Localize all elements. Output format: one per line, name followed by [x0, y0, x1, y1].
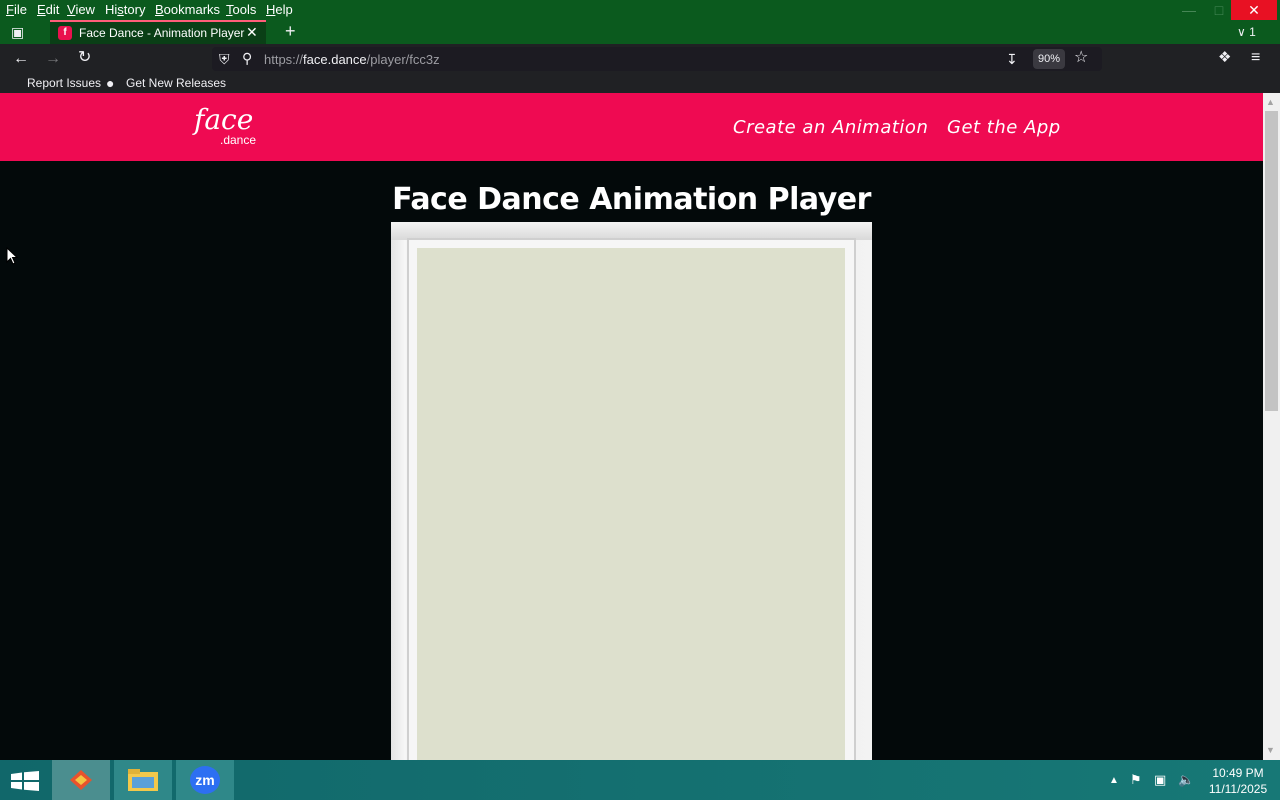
zoom-app-icon: zm: [190, 766, 220, 794]
zoom-level-button[interactable]: 90%: [1033, 49, 1065, 69]
menu-history[interactable]: History: [105, 2, 145, 17]
windows-start-icon[interactable]: [11, 771, 39, 791]
forward-icon[interactable]: →: [45, 51, 61, 67]
face-dance-logo[interactable]: face .dance: [194, 103, 258, 149]
github-icon: ●: [106, 75, 115, 91]
bookmark-get-new-releases[interactable]: Get New Releases: [126, 76, 226, 90]
action-center-flag-icon[interactable]: ⚑: [1130, 772, 1142, 788]
tab-count: 1: [1249, 25, 1256, 39]
tab-title: Face Dance - Animation Player: [79, 26, 245, 40]
animation-canvas[interactable]: [417, 248, 845, 762]
back-icon[interactable]: ←: [13, 51, 29, 67]
animation-player-frame: [391, 222, 872, 762]
clock-time: 10:49 PM: [1212, 766, 1264, 780]
menu-view[interactable]: View: [67, 2, 95, 17]
taskbar: zm ▲ ⚑ ▣ 🔈 10:49 PM 11/11/2025: [0, 760, 1280, 800]
menu-bar: File Edit View History Bookmarks Tools H…: [0, 0, 1280, 20]
bookmark-star-icon[interactable]: ☆: [1074, 50, 1088, 66]
page-title: Face Dance Animation Player: [392, 182, 871, 217]
volume-icon[interactable]: 🔈: [1178, 772, 1194, 788]
url-bar[interactable]: ⛨ ⚲ https://face.dance/player/fcc3z ↧ ☆: [212, 47, 1102, 71]
clock-date: 11/11/2025: [1208, 782, 1268, 796]
tab-close-icon[interactable]: ✕: [246, 24, 258, 41]
menu-tools[interactable]: Tools: [226, 2, 256, 17]
reload-icon[interactable]: ↻: [78, 50, 91, 66]
app-menu-icon[interactable]: ≡: [1251, 50, 1260, 66]
list-all-tabs-icon[interactable]: ∨ 1: [1237, 24, 1256, 40]
tab-face-dance[interactable]: f Face Dance - Animation Player ✕: [50, 20, 266, 44]
site-header: face .dance Create an Animation Get the …: [0, 93, 1263, 161]
folder-icon: [128, 769, 158, 791]
bookmark-report-issues[interactable]: Report Issues: [27, 76, 101, 90]
shield-icon[interactable]: ⛨: [219, 51, 230, 67]
close-window-icon[interactable]: ✕: [1231, 0, 1277, 20]
menu-help[interactable]: Help: [266, 2, 293, 17]
taskbar-zoom-button[interactable]: zm: [176, 760, 234, 800]
page-scrollbar[interactable]: ▲ ▼: [1263, 93, 1280, 760]
firefox-view-icon[interactable]: ▣: [11, 24, 24, 40]
taskbar-file-explorer-button[interactable]: [114, 760, 172, 800]
face-dance-favicon-icon: f: [58, 26, 72, 40]
url-text[interactable]: https://face.dance/player/fcc3z: [264, 52, 440, 67]
menu-bookmarks[interactable]: Bookmarks: [155, 2, 220, 17]
menu-edit[interactable]: Edit: [37, 2, 59, 17]
nav-get-app[interactable]: Get the App: [947, 117, 1061, 138]
scroll-down-icon[interactable]: ▼: [1266, 745, 1275, 755]
menu-file[interactable]: File: [6, 2, 27, 17]
lock-icon[interactable]: ⚲: [242, 50, 252, 66]
network-icon[interactable]: ▣: [1154, 772, 1166, 788]
nav-create-animation[interactable]: Create an Animation: [733, 117, 928, 138]
system-clock[interactable]: 10:49 PM 11/11/2025: [1206, 765, 1270, 797]
scroll-thumb[interactable]: [1265, 111, 1278, 411]
extensions-icon[interactable]: ❖: [1218, 50, 1231, 66]
show-hidden-icons-icon[interactable]: ▲: [1109, 775, 1119, 786]
new-tab-icon[interactable]: +: [285, 22, 296, 40]
navigation-bar: ← → ↻ ⛨ ⚲ https://face.dance/player/fcc3…: [0, 44, 1280, 74]
taskbar-firefox-button[interactable]: [52, 760, 110, 800]
mouse-cursor-icon: [6, 247, 18, 265]
firefox-icon: [70, 770, 92, 790]
bookmarks-toolbar: Report Issues ● Get New Releases: [0, 74, 1280, 93]
save-page-icon[interactable]: ↧: [1006, 51, 1018, 67]
scroll-up-icon[interactable]: ▲: [1266, 97, 1275, 107]
